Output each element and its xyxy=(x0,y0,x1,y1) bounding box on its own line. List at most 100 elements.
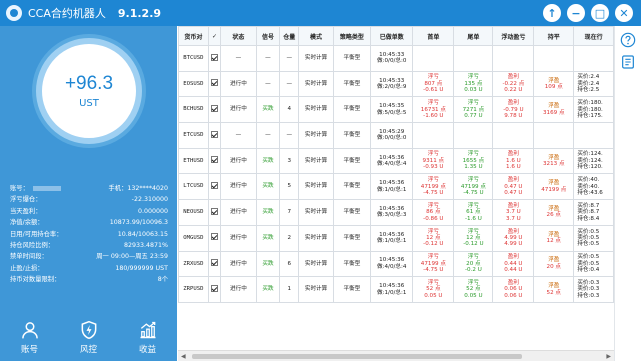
table-row[interactable]: ZRXUSD 进行中 买跌 6 实时计算 平衡型 10:45:36 做:4/0/总:4 浮亏 47… xyxy=(178,250,614,278)
table-row[interactable]: OMGUSD 进行中 买跌 2 实时计算 平衡型 10:45:36 做:1/0/总:1 浮亏 12… xyxy=(178,224,614,252)
stacked-cell: 浮盈 109 点 xyxy=(533,70,575,98)
upload-button[interactable]: ↑ xyxy=(543,4,561,22)
signal-cell: 买跌 xyxy=(255,199,281,226)
stacked-cell: 10:45:36 做:1/0/总:1 xyxy=(370,224,414,252)
position-cell: 7 xyxy=(279,199,300,226)
nav-earnings[interactable]: 收益 xyxy=(126,316,170,361)
table-row[interactable]: ZRPUSD 进行中 买跌 1 实时计算 平衡型 10:45:36 做:1/0/总:1 浮亏 52… xyxy=(178,276,614,303)
column-header[interactable]: ✓ xyxy=(207,26,222,46)
info-row: 禁单时间段： 周一 09:00—周五 23:59 xyxy=(10,251,168,262)
info-row: 净值/余额： 10873.99/10096.3 xyxy=(10,217,168,228)
info-label: 止盈/止损： xyxy=(10,264,44,272)
symbol-cell: ZRXUSD xyxy=(178,250,209,278)
column-header[interactable]: 尾单 xyxy=(453,26,494,46)
info-label: 禁单时间段： xyxy=(10,253,48,261)
stacked-cell: 买价:40. 卖价:40. 持仓:43.6 xyxy=(573,173,614,201)
nav-earnings-label: 收益 xyxy=(138,345,156,355)
table-row[interactable]: EOSUSD 进行中 — — 实时计算 平衡型 10:45:33 做:2/0/总:9 浮亏 807… xyxy=(178,70,614,98)
symbol-cell: NEOUSD xyxy=(178,199,209,226)
position-cell: 2 xyxy=(279,224,300,252)
row-checkbox[interactable] xyxy=(210,53,218,61)
signal-cell: 买跌 xyxy=(255,250,281,278)
horizontal-scrollbar[interactable]: ◀ ▶ xyxy=(178,350,614,361)
cell-line: 0.44 U xyxy=(504,267,523,274)
nav-risk[interactable]: 风控 xyxy=(67,316,111,361)
row-checkbox[interactable] xyxy=(210,156,218,164)
app-window: CCA合约机器人 9.1.2.9 ↑ − □ ✕ +96.3 UST 账号： 手机… xyxy=(0,0,641,361)
table-row[interactable]: ETCUSD — — — 实时计算 平衡型 10:45:29 做:0/0/总:0 xyxy=(178,122,614,149)
position-cell: 3 xyxy=(279,147,300,175)
row-checkbox[interactable] xyxy=(210,233,218,241)
stacked-cell: 浮亏 1655 点 1.35 U xyxy=(453,147,494,175)
info-value: 周一 09:00—周五 23:59 xyxy=(96,253,168,261)
info-label: 日用/可用持仓率： xyxy=(10,230,63,238)
stacked-cell: 浮亏 12 点 -0.12 U xyxy=(412,224,455,252)
titlebar: CCA合约机器人 9.1.2.9 ↑ − □ ✕ xyxy=(0,0,641,26)
column-header[interactable]: 状态 xyxy=(220,26,257,46)
profit-unit: UST xyxy=(79,98,99,109)
symbol-cell: OMGUSD xyxy=(178,224,209,252)
strategy-cell: 平衡型 xyxy=(332,276,372,303)
column-header[interactable]: 现在行 xyxy=(573,26,614,46)
minimize-button[interactable]: − xyxy=(567,4,585,22)
row-checkbox[interactable] xyxy=(210,104,218,112)
scrollbar-thumb[interactable] xyxy=(192,354,522,359)
scroll-left-icon[interactable]: ◀ xyxy=(181,353,186,360)
cell-line: 0.47 U xyxy=(504,189,523,196)
info-row: 止盈/止损： 180/999999 UST xyxy=(10,263,168,274)
mode-cell: 实时计算 xyxy=(298,250,334,278)
table-row[interactable]: LTCUSD 进行中 买跌 5 实时计算 平衡型 10:45:36 做:1/0/总:1 浮亏 47… xyxy=(178,173,614,201)
cell-line: 持仓:43.6 xyxy=(577,189,603,196)
row-checkbox[interactable] xyxy=(210,207,218,215)
select-cell xyxy=(207,96,222,124)
status-cell: 进行中 xyxy=(220,276,257,303)
nav-account[interactable]: 账号 xyxy=(8,316,52,361)
column-header[interactable]: 货币对 xyxy=(178,26,209,46)
status-cell: — xyxy=(220,122,257,149)
stacked-cell: 买价:0.5 卖价:0.5 持仓:0.5 xyxy=(573,224,614,252)
table-row[interactable]: BCHUSD 进行中 买跌 4 实时计算 平衡型 10:45:35 做:5/0/总:5 浮亏 16… xyxy=(178,96,614,124)
table-row[interactable]: ETHUSD 进行中 买跌 3 实时计算 平衡型 10:45:36 做:4/0/总:4 浮亏 93… xyxy=(178,147,614,175)
info-label: 持币对数量限制： xyxy=(10,276,61,284)
strategy-cell: 平衡型 xyxy=(332,122,372,149)
stacked-cell: 浮亏 135 点 0.03 U xyxy=(453,70,494,98)
select-cell xyxy=(207,173,222,201)
table-row[interactable]: NEOUSD 进行中 买跌 7 实时计算 平衡型 10:45:36 做:3/0/总:3 浮亏 86… xyxy=(178,199,614,226)
column-header[interactable]: 仓量 xyxy=(279,26,300,46)
symbol-cell: ZRPUSD xyxy=(178,276,209,303)
cell-line: 4.99 U xyxy=(504,241,523,248)
nav-account-label: 账号 xyxy=(20,345,38,355)
column-header[interactable]: 持平 xyxy=(533,26,575,46)
stacked-cell: 盈利 0.47 U 0.47 U xyxy=(492,173,535,201)
stacked-cell xyxy=(533,45,575,72)
column-header[interactable]: 已做单数 xyxy=(370,26,414,46)
select-cell xyxy=(207,70,222,98)
row-checkbox[interactable] xyxy=(210,259,218,267)
table-row[interactable]: BTCUSD — — — 实时计算 平衡型 10:45:33 做:0/0/总:0 xyxy=(178,45,614,72)
maximize-button[interactable]: □ xyxy=(591,4,609,22)
column-header[interactable]: 信号 xyxy=(255,26,281,46)
info-row: 浮亏爆仓： -22.310000 xyxy=(10,194,168,205)
column-header[interactable]: 浮动盈亏 xyxy=(492,26,535,46)
cell-line: 26 点 xyxy=(546,212,562,219)
row-checkbox[interactable] xyxy=(210,79,218,87)
stacked-cell: 浮盈 3169 点 xyxy=(533,96,575,124)
window-controls: ↑ − □ ✕ xyxy=(543,4,633,22)
column-header[interactable]: 策略类型 xyxy=(332,26,372,46)
cell-line: 持仓:0.4 xyxy=(577,267,600,274)
cell-line: -1.6 U xyxy=(465,215,482,222)
document-icon[interactable] xyxy=(620,54,636,70)
stacked-cell: 盈利 -0.22 点 0.22 U xyxy=(492,70,535,98)
scroll-right-icon[interactable]: ▶ xyxy=(606,353,611,360)
column-header[interactable]: 首单 xyxy=(412,26,455,46)
status-cell: 进行中 xyxy=(220,250,257,278)
symbol-cell: LTCUSD xyxy=(178,173,209,201)
signal-cell: 买跌 xyxy=(255,96,281,124)
row-checkbox[interactable] xyxy=(210,284,218,292)
help-icon[interactable] xyxy=(620,32,636,48)
row-checkbox[interactable] xyxy=(210,130,218,138)
column-header[interactable]: 模式 xyxy=(298,26,334,46)
row-checkbox[interactable] xyxy=(210,181,218,189)
symbol-cell: ETHUSD xyxy=(178,147,209,175)
close-button[interactable]: ✕ xyxy=(615,4,633,22)
